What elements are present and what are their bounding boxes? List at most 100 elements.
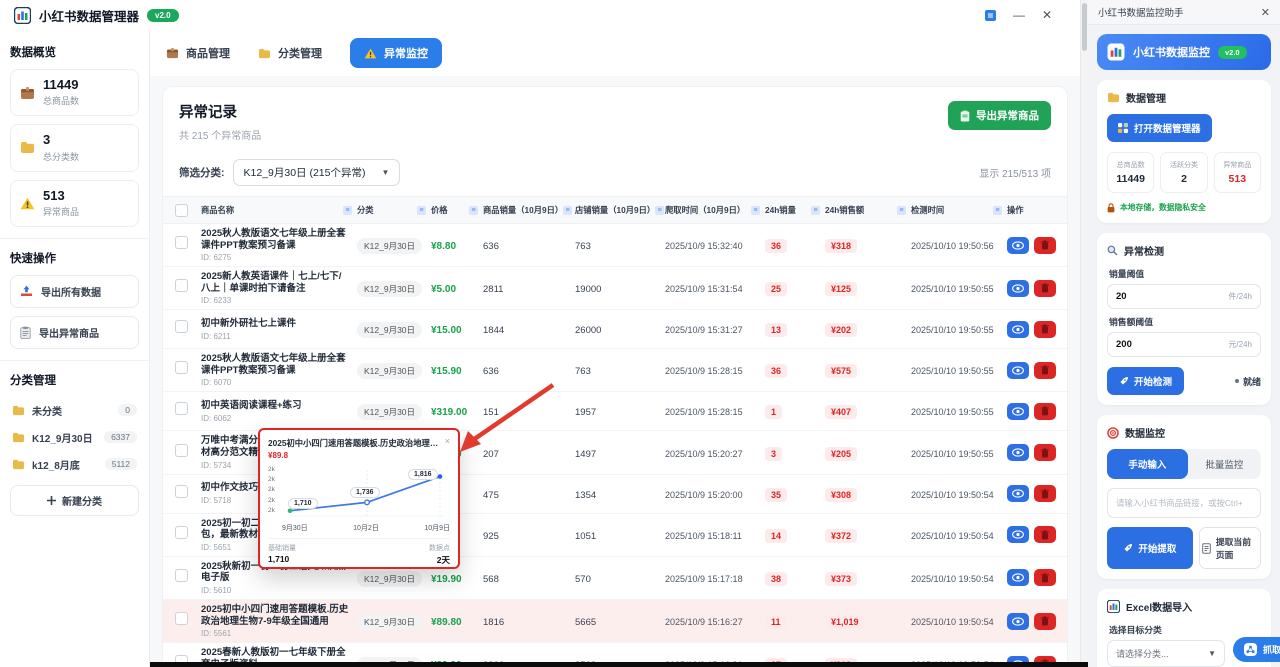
detect-time: 2025/10/10 19:50:56 (911, 241, 994, 251)
page-scrollbar[interactable] (1080, 0, 1088, 667)
stat-card-anomalies: 513 异常商品 (10, 180, 139, 227)
clipboard-icon (960, 110, 970, 122)
revenue-24h: ¥575 (825, 364, 857, 378)
product-name: 初中英语阅读课程+练习 (201, 400, 357, 412)
row-checkbox[interactable] (175, 569, 188, 582)
y-axis-tick: 2k (268, 507, 275, 514)
select-all-checkbox[interactable] (175, 204, 188, 217)
store-sales: 5665 (575, 617, 596, 628)
pin-window-icon[interactable] (985, 10, 996, 21)
chevron-down-icon: ▼ (1208, 649, 1216, 658)
revenue-24h: ¥1,019 (825, 615, 865, 629)
delete-button[interactable] (1034, 237, 1056, 254)
delete-button[interactable] (1034, 362, 1056, 379)
table-row: 初中英语阅读课程+练习ID: 6062K12_9月30日¥319.0015119… (163, 392, 1067, 431)
category-filter-select[interactable]: K12_9月30日 (215个异常) ▼ (233, 159, 401, 186)
popup-close-icon[interactable]: × (445, 437, 450, 446)
export-all-button[interactable]: 导出所有数据 (10, 275, 139, 308)
product-name: 2025秋人教版语文七年级上册全套课件PPT教案预习备课 (201, 353, 357, 376)
banner-title: 小红书数据监控 (1133, 44, 1210, 60)
row-checkbox[interactable] (175, 279, 188, 292)
sort-icon[interactable] (343, 206, 352, 215)
view-button[interactable] (1007, 403, 1029, 420)
view-button[interactable] (1007, 526, 1029, 543)
tab-products[interactable]: 商品管理 (166, 45, 230, 61)
export-anomaly-button[interactable]: 导出异常商品 (10, 316, 139, 349)
category-item-k12-aug[interactable]: k12_8月底 5112 (10, 451, 139, 478)
row-checkbox[interactable] (175, 361, 188, 374)
table-row: 2025初中小四门速用答题模板.历史政治地理生物7-9年级全国通用ID: 556… (163, 600, 1067, 643)
start-extract-button[interactable]: 开始提取 (1107, 527, 1193, 569)
export-anomaly-products-button[interactable]: 导出异常商品 (948, 101, 1051, 130)
detect-time: 2025/10/10 19:50:54 (911, 490, 994, 500)
sort-icon[interactable] (469, 206, 478, 215)
view-button[interactable] (1007, 362, 1029, 379)
category-item-uncategorized[interactable]: 未分类 0 (10, 397, 139, 424)
delete-button[interactable] (1034, 485, 1056, 502)
sort-icon[interactable] (811, 206, 820, 215)
sort-icon[interactable] (563, 206, 572, 215)
price: ¥5.00 (431, 284, 456, 295)
row-checkbox[interactable] (175, 485, 188, 498)
titlebar: 小红书数据管理器 v2.0 — ✕ (0, 0, 1080, 30)
detect-time: 2025/10/10 19:50:54 (911, 531, 994, 541)
sales-24h: 38 (765, 572, 787, 586)
delete-button[interactable] (1034, 613, 1056, 630)
store-sales: 1354 (575, 490, 596, 501)
table-row: 2025秋人教版语文七年级上册全套课件PPT教案预习备课ID: 6275K12_… (163, 224, 1067, 267)
tab-manual-input[interactable]: 手动输入 (1107, 449, 1188, 479)
stat-card-categories: 3 总分类数 (10, 124, 139, 171)
sales-threshold-input[interactable]: 20 件/24h (1107, 284, 1261, 309)
view-button[interactable] (1007, 613, 1029, 630)
category-pill: K12_9月30日 (357, 322, 422, 338)
delete-button[interactable] (1034, 280, 1056, 297)
product-link-input[interactable]: 请输入小红书商品链接，或按Ctrl+ (1107, 488, 1261, 518)
sort-icon[interactable] (897, 206, 906, 215)
row-checkbox[interactable] (175, 236, 188, 249)
filter-row: 筛选分类: K12_9月30日 (215个异常) ▼ 显示 215/513 项 (163, 151, 1067, 196)
delete-button[interactable] (1034, 444, 1056, 461)
delete-button[interactable] (1034, 526, 1056, 543)
category-item-k12-sep30[interactable]: K12_9月30日 6337 (10, 424, 139, 451)
new-category-button[interactable]: 新建分类 (10, 485, 139, 516)
row-checkbox[interactable] (175, 402, 188, 415)
revenue-threshold-input[interactable]: 200 元/24h (1107, 332, 1261, 357)
target-category-select[interactable]: 请选择分类... ▼ (1107, 640, 1225, 667)
minimize-icon[interactable]: — (1013, 9, 1025, 21)
tab-anomaly-monitor[interactable]: 异常监控 (350, 38, 442, 68)
row-checkbox[interactable] (175, 526, 188, 539)
tab-batch-monitor[interactable]: 批量监控 (1188, 449, 1261, 479)
sort-icon[interactable] (993, 206, 1002, 215)
row-checkbox[interactable] (175, 612, 188, 625)
view-button[interactable] (1007, 280, 1029, 297)
product-id: ID: 6070 (201, 378, 357, 387)
extract-current-page-button[interactable]: 提取当前页面 (1199, 527, 1261, 569)
panel-close-icon[interactable]: ✕ (1261, 6, 1270, 19)
delete-button[interactable] (1034, 569, 1056, 586)
view-button[interactable] (1007, 485, 1029, 502)
delete-button[interactable] (1034, 403, 1056, 420)
magnifier-icon (1107, 245, 1118, 256)
delete-button[interactable] (1034, 321, 1056, 338)
row-checkbox[interactable] (175, 444, 188, 457)
scrollbar-thumb[interactable] (1082, 3, 1087, 51)
view-button[interactable] (1007, 321, 1029, 338)
sort-icon[interactable] (417, 206, 426, 215)
sort-icon[interactable] (655, 206, 664, 215)
panel-stat-active: 活跃分类 2 (1160, 152, 1207, 193)
folder-icon (258, 48, 271, 59)
open-data-manager-button[interactable]: 打开数据管理器 (1107, 114, 1212, 142)
close-icon[interactable]: ✕ (1042, 9, 1052, 21)
tab-categories[interactable]: 分类管理 (258, 45, 322, 61)
extension-banner: 小红书数据监控 v2.0 (1097, 34, 1271, 70)
start-detect-button[interactable]: 开始检测 (1107, 367, 1184, 395)
row-checkbox[interactable] (175, 320, 188, 333)
view-button[interactable] (1007, 569, 1029, 586)
floating-capture-button[interactable]: 抓取整页 (1233, 637, 1280, 662)
crawl-time: 2025/10/9 15:31:27 (665, 325, 743, 335)
view-button[interactable] (1007, 444, 1029, 461)
status-badge: 就绪 (1235, 375, 1261, 388)
sort-icon[interactable] (751, 206, 760, 215)
product-id: ID: 5561 (201, 629, 357, 638)
view-button[interactable] (1007, 237, 1029, 254)
